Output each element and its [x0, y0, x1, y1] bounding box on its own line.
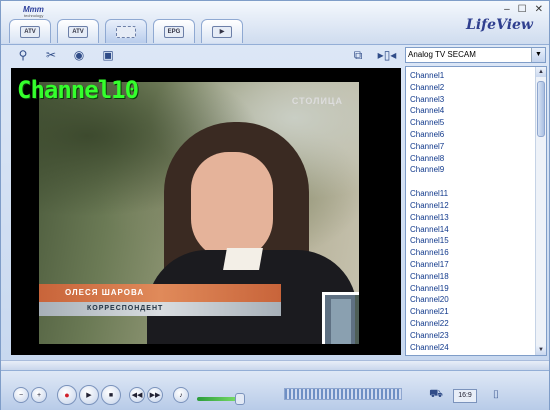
channel-list-item[interactable]: Channel12: [410, 200, 546, 212]
video-subject-face: [191, 152, 273, 260]
channel-list-item[interactable]: Channel3: [410, 94, 546, 106]
window-controls: – ☐ ✕: [504, 4, 543, 15]
brand-logo: LifeView: [466, 17, 533, 33]
video-subject-collar: [223, 248, 263, 270]
channel-list-item[interactable]: Channel7: [410, 141, 546, 153]
volume-slider[interactable]: [197, 393, 267, 405]
tab-epg[interactable]: EPG: [153, 19, 195, 43]
aspect-ratio-button[interactable]: 16:9: [453, 389, 477, 403]
scroll-up-icon[interactable]: ▲: [536, 67, 546, 77]
play-button[interactable]: ▶: [79, 385, 99, 405]
close-button[interactable]: ✕: [535, 4, 543, 15]
pip-icon[interactable]: ⧉: [350, 48, 366, 62]
tab-atv-antenna[interactable]: ATV: [57, 19, 99, 43]
channel-list-item[interactable]: Channel11: [410, 188, 546, 200]
channel-list-item[interactable]: Channel19: [410, 283, 546, 295]
title-bar: Mmm technology ATV ATV EPG ▶ – ☐ ✕ LifeV…: [1, 1, 549, 45]
channel-list-item[interactable]: Channel22: [410, 318, 546, 330]
lower-third-role: КОРРЕСПОНДЕНТ: [39, 302, 281, 316]
channel-list-item[interactable]: Channel1: [410, 70, 546, 82]
app-window: Mmm technology ATV ATV EPG ▶ – ☐ ✕ LifeV…: [0, 0, 550, 410]
layout-icon[interactable]: ▸▯◂: [376, 48, 398, 62]
tab-capture[interactable]: [105, 19, 147, 43]
tab-analog-tv[interactable]: ATV: [9, 19, 51, 43]
channel-list-item[interactable]: Channel14: [410, 224, 546, 236]
record-button[interactable]: ●: [57, 385, 77, 405]
minimize-button[interactable]: –: [504, 4, 510, 15]
lower-third: ОЛЕСЯ ШАРОВА КОРРЕСПОНДЕНТ: [39, 284, 281, 322]
playback-icon: ▶: [212, 25, 232, 38]
chevron-down-icon[interactable]: ▼: [531, 48, 545, 62]
channel-list-item[interactable]: Channel16: [410, 247, 546, 259]
pip-shape-b: [355, 295, 359, 344]
channel-list-item[interactable]: Channel24: [410, 342, 546, 354]
channel-list-item[interactable]: Channel9: [410, 164, 546, 176]
video-frame: СТОЛИЦА ОЛЕСЯ ШАРОВА КОРРЕСПОНДЕНТ Chann…: [11, 68, 401, 355]
rewind-button[interactable]: ◀◀: [129, 387, 145, 403]
channel-list-item[interactable]: Channel21: [410, 306, 546, 318]
tab-playback[interactable]: ▶: [201, 19, 243, 43]
channel-list-item[interactable]: Channel8: [410, 153, 546, 165]
station-logo: СТОЛИЦА: [291, 96, 343, 106]
volume-fill: [197, 397, 241, 401]
logo-subtitle: technology: [24, 13, 44, 18]
timeline-bar[interactable]: [1, 360, 549, 370]
picture-in-picture[interactable]: [322, 292, 359, 344]
schedule-icon[interactable]: ▣: [100, 48, 116, 62]
epg-icon: EPG: [164, 25, 184, 38]
scroll-down-icon[interactable]: ▼: [536, 345, 546, 355]
channel-list-item[interactable]: Channel13: [410, 212, 546, 224]
channel-list-item[interactable]: Channel15: [410, 235, 546, 247]
channel-overlay: Channel10: [17, 76, 139, 104]
stop-button[interactable]: ■: [101, 385, 121, 405]
scan-icon[interactable]: ⚲: [15, 48, 31, 62]
mode-tabs: ATV ATV EPG ▶: [9, 19, 243, 43]
channel-list: Channel1 Channel2 Channel3 Channel4 Channel5…: [405, 66, 547, 356]
analog-tv-icon: ATV: [20, 25, 40, 38]
app-logo: Mmm technology: [7, 3, 51, 18]
channel-up-button[interactable]: +: [31, 387, 47, 403]
volume-knob[interactable]: [235, 393, 246, 405]
channel-list-item[interactable]: Channel20: [410, 294, 546, 306]
lower-third-name: ОЛЕСЯ ШАРОВА: [39, 284, 281, 302]
channel-list-item[interactable]: Channel18: [410, 271, 546, 283]
channel-down-button[interactable]: −: [13, 387, 29, 403]
maximize-button[interactable]: ☐: [518, 4, 527, 15]
settings-icon[interactable]: ✂: [43, 48, 59, 62]
forward-button[interactable]: ▶▶: [147, 387, 163, 403]
snapshot-car-icon[interactable]: ⛟: [427, 387, 445, 403]
channel-list-item[interactable]: Channel6: [410, 129, 546, 141]
mute-button[interactable]: ♪: [173, 387, 189, 403]
channel-list-item[interactable]: Channel2: [410, 82, 546, 94]
channel-list-item[interactable]: Channel5: [410, 117, 546, 129]
pip-shape-a: [331, 299, 351, 344]
channel-list-item[interactable]: Channel23: [410, 330, 546, 342]
tv-antenna-icon: ATV: [68, 25, 88, 38]
channel-list-items: Channel1 Channel2 Channel3 Channel4 Channel5…: [406, 67, 546, 353]
record-icon[interactable]: ◉: [71, 48, 87, 62]
signal-level-meter: [284, 388, 402, 400]
capture-icon: [116, 25, 136, 38]
video-display[interactable]: СТОЛИЦА ОЛЕСЯ ШАРОВА КОРРЕСПОНДЕНТ: [39, 82, 359, 344]
channel-list-item[interactable]: Channel17: [410, 259, 546, 271]
camera-icon[interactable]: ⌷: [487, 387, 505, 403]
source-select[interactable]: Analog TV SECAM ▼: [405, 47, 546, 63]
scrollbar-thumb[interactable]: [537, 81, 545, 137]
source-select-value: Analog TV SECAM: [408, 50, 476, 59]
channel-list-item[interactable]: Channel4: [410, 105, 546, 117]
channel-list-scrollbar[interactable]: ▲ ▼: [535, 67, 546, 355]
channel-list-gap: [410, 176, 546, 188]
